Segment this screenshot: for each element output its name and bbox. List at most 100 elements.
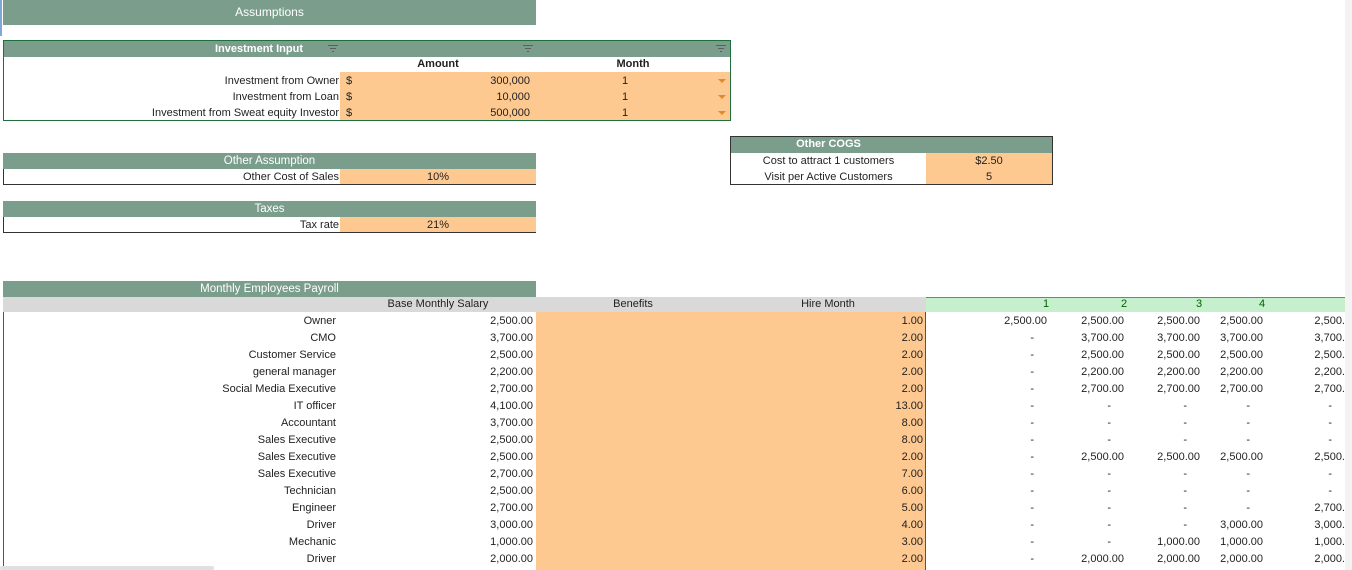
month-value: 2,700.00 [1081, 383, 1124, 395]
hire-month[interactable]: 6.00 [730, 483, 923, 499]
month-value: 2,200. [1314, 366, 1345, 378]
dropdown-arrow-icon[interactable] [718, 79, 726, 83]
horizontal-scrollbar[interactable] [0, 566, 214, 570]
month-value: 2,000.00 [1220, 553, 1263, 565]
base-salary: 2,700.00 [490, 502, 533, 514]
hire-month[interactable]: 5.00 [730, 500, 923, 516]
hire-month[interactable]: 2.00 [730, 347, 923, 363]
month-value: - [1183, 400, 1187, 412]
hire-month[interactable]: 2.00 [730, 381, 923, 397]
month-value: 2,500.00 [1220, 451, 1263, 463]
investment-amount: 300,000 [490, 75, 530, 87]
month-value: 2,500.00 [1157, 451, 1200, 463]
other-cost-of-sales-value[interactable]: 10% [340, 169, 536, 184]
month-value: - [1246, 502, 1250, 514]
base-salary: 2,500.00 [490, 485, 533, 497]
month-header-2: 2 [1120, 298, 1128, 310]
base-salary: 2,500.00 [490, 315, 533, 327]
month-value: - [1328, 434, 1332, 446]
month-value: 2,200.00 [1081, 366, 1124, 378]
filter-icon[interactable] [328, 45, 338, 53]
month-value: 2,500.00 [1081, 315, 1124, 327]
sheet-edge [1345, 0, 1352, 570]
month-value: 3,700.00 [1157, 332, 1200, 344]
currency-symbol: $ [346, 75, 353, 87]
hire-month[interactable]: 13.00 [730, 398, 923, 414]
other-cogs-value[interactable]: 5 [926, 169, 1052, 184]
filter-icon[interactable] [523, 45, 533, 53]
month-value: - [1030, 417, 1034, 429]
month-value: 2,500.00 [1004, 315, 1047, 327]
month-value: 2,000.00 [1157, 553, 1200, 565]
hire-month[interactable]: 2.00 [730, 364, 923, 380]
hire-month[interactable]: 2.00 [730, 551, 923, 567]
other-cogs-label: Visit per Active Customers [764, 171, 893, 183]
month-value: - [1030, 468, 1034, 480]
month-value: 2,000. [1314, 553, 1345, 565]
tax-rate-value[interactable]: 21% [340, 217, 536, 232]
month-header-4: 4 [1258, 298, 1266, 310]
month-value: - [1183, 417, 1187, 429]
base-salary: 2,000.00 [490, 553, 533, 565]
dropdown-arrow-icon[interactable] [718, 95, 726, 99]
dropdown-arrow-icon[interactable] [718, 111, 726, 115]
month-value: - [1107, 536, 1111, 548]
month-value: - [1107, 400, 1111, 412]
month-value: - [1246, 485, 1250, 497]
month-value: - [1183, 502, 1187, 514]
month-header-3: 3 [1195, 298, 1203, 310]
employee-role: Accountant [280, 417, 336, 429]
month-value: - [1183, 468, 1187, 480]
employee-role: Sales Executive [257, 451, 336, 463]
investment-header-band [4, 41, 730, 57]
employee-role: Owner [303, 315, 336, 327]
base-salary: 3,000.00 [490, 519, 533, 531]
month-value: - [1328, 468, 1332, 480]
base-salary: 2,700.00 [490, 468, 533, 480]
amount-header: Amount [417, 58, 459, 70]
month-value: - [1246, 468, 1250, 480]
employee-role: Social Media Executive [222, 383, 336, 395]
employee-role: CMO [310, 332, 336, 344]
month-value: 2,500.00 [1157, 349, 1200, 361]
hire-month[interactable]: 1.00 [730, 313, 923, 329]
employee-role: Sales Executive [257, 434, 336, 446]
month-value: - [1183, 519, 1187, 531]
month-value: 2,000.00 [1081, 553, 1124, 565]
month-value: 2,500. [1314, 315, 1345, 327]
hire-month[interactable]: 3.00 [730, 534, 923, 550]
month-value: - [1183, 434, 1187, 446]
month-value: - [1107, 468, 1111, 480]
month-value: - [1328, 485, 1332, 497]
hire-month[interactable]: 8.00 [730, 415, 923, 431]
month-value: 1,000. [1314, 536, 1345, 548]
other-cogs-value[interactable]: $2.50 [926, 153, 1052, 169]
currency-symbol: $ [346, 107, 353, 119]
filter-icon[interactable] [716, 45, 726, 53]
month-value: - [1030, 366, 1034, 378]
month-value: 3,700.00 [1220, 332, 1263, 344]
other-assumption-title: Other Assumption [3, 153, 536, 169]
month-value: - [1030, 400, 1034, 412]
month-value: 2,500.00 [1081, 451, 1124, 463]
month-value: 2,500. [1314, 349, 1345, 361]
investment-month: 1 [621, 91, 629, 103]
month-value: - [1246, 434, 1250, 446]
month-value: - [1030, 349, 1034, 361]
employee-role: Sales Executive [257, 468, 336, 480]
hire-month[interactable]: 2.00 [730, 449, 923, 465]
month-value: - [1030, 502, 1034, 514]
base-salary: 2,500.00 [490, 434, 533, 446]
month-header: Month [616, 58, 650, 70]
hire-month[interactable]: 2.00 [730, 330, 923, 346]
month-value: 2,700. [1314, 383, 1345, 395]
hire-month[interactable]: 7.00 [730, 466, 923, 482]
employee-role: Mechanic [288, 536, 336, 548]
investment-month: 1 [621, 107, 629, 119]
month-value: 3,000.00 [1220, 519, 1263, 531]
investment-title: Investment Input [215, 43, 304, 55]
hire-month[interactable]: 4.00 [730, 517, 923, 533]
hire-month[interactable]: 8.00 [730, 432, 923, 448]
month-value: 2,500.00 [1081, 349, 1124, 361]
base-salary: 3,700.00 [490, 332, 533, 344]
